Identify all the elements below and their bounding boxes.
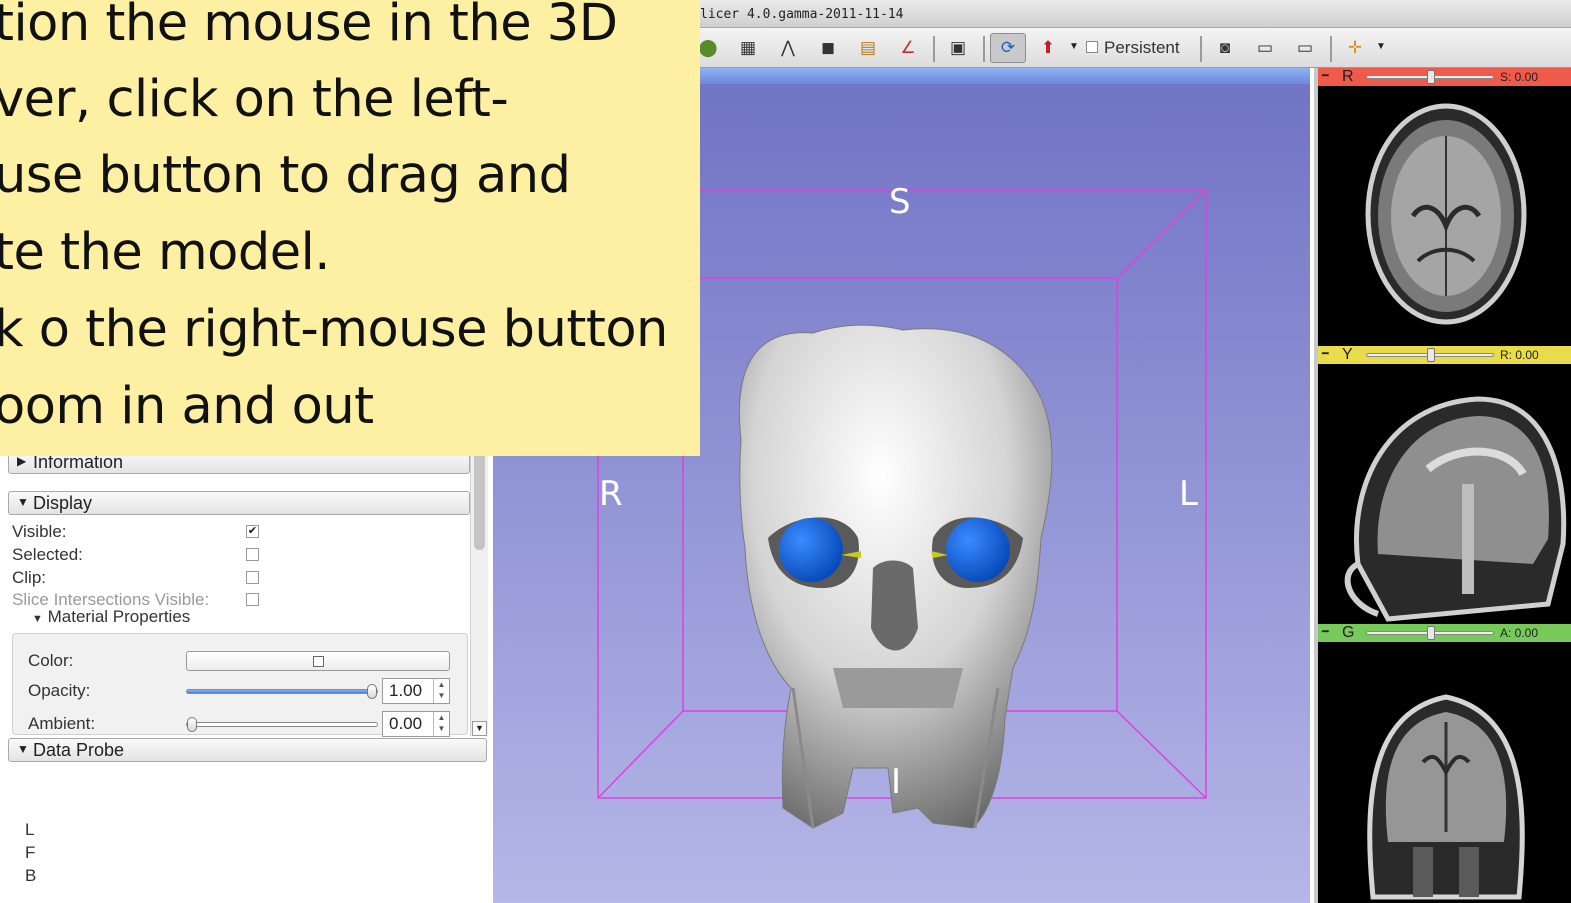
mouse-mode-icon[interactable]: ⬆ xyxy=(1036,36,1060,60)
scene-restore-icon[interactable]: ▭ xyxy=(1293,36,1317,60)
layout-icon[interactable]: ▣ xyxy=(946,36,970,60)
measure-icon[interactable]: ∠ xyxy=(896,36,920,60)
visible-label: Visible: xyxy=(12,522,67,541)
slice-controller-green[interactable]: ━ G A: 0.00 xyxy=(1318,624,1571,642)
toolbar-separator xyxy=(1200,36,1202,62)
skull-model[interactable] xyxy=(738,324,1053,829)
expanded-arrow-icon: ▼ xyxy=(32,613,43,625)
probe-letter: B xyxy=(25,866,37,885)
expanded-arrow-icon: ▼ xyxy=(17,742,29,756)
axial-slice-image[interactable] xyxy=(1318,86,1571,346)
probe-letter: L xyxy=(25,820,35,839)
slice-letter-green: G xyxy=(1342,624,1355,641)
slice-offset-value-red: S: 0.00 xyxy=(1500,70,1539,84)
left-eye-model[interactable] xyxy=(779,518,843,582)
spin-arrows-icon[interactable]: ▲ ▼ xyxy=(433,679,449,703)
screenshot-icon[interactable]: ◙ xyxy=(1213,36,1237,60)
sagittal-slice-image[interactable] xyxy=(1318,364,1571,624)
orientation-label-top: S xyxy=(889,182,911,222)
slice-views: ━ R S: 0.00 ━ Y R: 0.00 ━ G A: 0.00 xyxy=(1314,68,1571,903)
slice-controller-red[interactable]: ━ R S: 0.00 xyxy=(1318,68,1571,86)
slider-handle[interactable] xyxy=(1427,348,1435,362)
opacity-label: Opacity: xyxy=(28,681,91,700)
slider-handle[interactable] xyxy=(1427,70,1435,84)
mouse-mode-dropdown-icon[interactable]: ▼ xyxy=(1069,41,1079,52)
color-picker-button[interactable] xyxy=(186,651,450,671)
persistent-checkbox[interactable] xyxy=(1086,41,1098,53)
orientation-label-right: L xyxy=(1179,474,1198,514)
main-toolbar: ⬤ ▦ ⋀ ◼ ▤ ∠ ▣ ⟳ ⬆ ▼ Persistent ◙ ▭ ▭ ✛ ▼ xyxy=(698,28,1571,68)
window-title: licer 4.0.gamma-2011-11-14 xyxy=(700,7,904,22)
ambient-slider[interactable] xyxy=(186,717,378,732)
material-properties-header[interactable]: ▼ Material Properties xyxy=(32,607,190,627)
data-probe-section-header[interactable]: ▼ Data Probe xyxy=(8,738,487,762)
slider-handle[interactable] xyxy=(187,717,197,732)
pin-icon[interactable]: ━ xyxy=(1322,625,1336,641)
material-properties-label: Material Properties xyxy=(47,607,191,626)
slice-intersections-checkbox[interactable] xyxy=(246,593,259,606)
opacity-slider-fill xyxy=(187,690,377,693)
slice-letter-red: R xyxy=(1342,68,1354,85)
opacity-value: 1.00 xyxy=(389,681,423,700)
opacity-slider[interactable] xyxy=(186,684,378,699)
collapsed-arrow-icon: ▶ xyxy=(17,454,27,468)
data-probe-label: Data Probe xyxy=(33,740,125,760)
callout-line: oom in and out xyxy=(0,377,374,436)
callout-line: k o the right-mouse button xyxy=(0,300,668,359)
coronal-slice-image[interactable] xyxy=(1318,642,1571,903)
module-panel-scrollbar[interactable]: ▼ xyxy=(470,450,488,736)
window-titlebar: licer 4.0.gamma-2011-11-14 xyxy=(700,0,1571,28)
color-swatch xyxy=(313,656,324,667)
orientation-label-bottom: I xyxy=(891,762,902,802)
models-icon[interactable]: ⋀ xyxy=(776,36,800,60)
visible-checkbox[interactable]: ✔ xyxy=(246,525,259,538)
ambient-value: 0.00 xyxy=(389,714,423,733)
callout-line: te the model. xyxy=(0,223,331,282)
display-label: Display xyxy=(33,493,93,513)
toolbar-separator xyxy=(1330,36,1332,62)
display-section-header[interactable]: ▼ Display xyxy=(8,491,470,515)
scroll-down-icon[interactable]: ▼ xyxy=(472,721,487,736)
ambient-label: Ambient: xyxy=(28,714,96,733)
slice-offset-value-green: A: 0.00 xyxy=(1500,626,1539,640)
spin-arrows-icon[interactable]: ▲ ▼ xyxy=(433,712,449,736)
volumes-icon[interactable]: ▦ xyxy=(736,36,760,60)
tutorial-instruction-callout: tion the mouse in the 3D ver, click on t… xyxy=(0,0,700,456)
cube-icon[interactable]: ◼ xyxy=(816,36,840,60)
ambient-spinbox[interactable]: 0.00 ▲ ▼ xyxy=(382,711,450,737)
slider-handle[interactable] xyxy=(367,684,377,699)
scrollbar-thumb[interactable] xyxy=(474,450,485,550)
data-probe-orientation: L F B xyxy=(25,818,36,887)
clip-checkbox[interactable] xyxy=(246,571,259,584)
probe-letter: F xyxy=(25,843,36,862)
callout-line: tion the mouse in the 3D xyxy=(0,0,618,53)
editor-icon[interactable]: ▤ xyxy=(856,36,880,60)
slice-offset-value-yellow: R: 0.00 xyxy=(1500,348,1539,362)
slider-handle[interactable] xyxy=(1427,626,1435,640)
expanded-arrow-icon: ▼ xyxy=(17,495,29,509)
clip-label: Clip: xyxy=(12,568,47,587)
right-eye-model[interactable] xyxy=(946,518,1010,582)
crosshair-icon[interactable]: ✛ xyxy=(1343,36,1367,60)
pin-icon[interactable]: ━ xyxy=(1322,69,1336,85)
callout-line: ver, click on the left- xyxy=(0,70,509,129)
toolbar-separator xyxy=(933,36,935,62)
opacity-spinbox[interactable]: 1.00 ▲ ▼ xyxy=(382,678,450,704)
persistent-label: Persistent xyxy=(1104,38,1180,57)
selected-label: Selected: xyxy=(12,545,83,564)
scene-snapshot-icon[interactable]: ▭ xyxy=(1253,36,1277,60)
rotate-icon[interactable]: ⟳ xyxy=(990,33,1026,63)
pin-icon[interactable]: ━ xyxy=(1322,347,1336,363)
crosshair-dropdown-icon[interactable]: ▼ xyxy=(1376,41,1386,52)
module-panel: ▶ Information ▼ Display Visible: ✔ Selec… xyxy=(0,440,493,903)
orientation-label-left: R xyxy=(599,474,623,514)
selected-checkbox[interactable] xyxy=(246,548,259,561)
color-label: Color: xyxy=(28,651,74,670)
slice-letter-yellow: Y xyxy=(1342,346,1353,363)
toolbar-separator xyxy=(983,36,985,62)
slice-controller-yellow[interactable]: ━ Y R: 0.00 xyxy=(1318,346,1571,364)
callout-line: use button to drag and xyxy=(0,146,571,205)
